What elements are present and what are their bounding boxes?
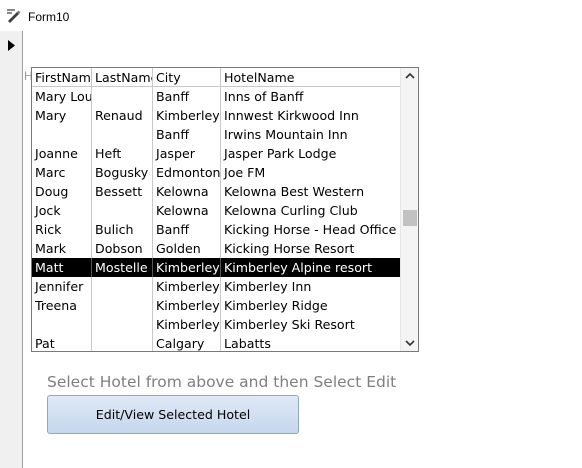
cell-firstname: Mary <box>32 106 92 125</box>
cell-firstname: Joanne <box>32 144 92 163</box>
cell-city: Kimberley <box>153 296 221 315</box>
edit-view-hotel-button[interactable]: Edit/View Selected Hotel <box>47 395 299 434</box>
cell-lastname: Mostelle <box>92 258 153 277</box>
cell-lastname: Bessett <box>92 182 153 201</box>
cell-hotelname: Inns of Banff <box>224 89 304 104</box>
list-item[interactable]: Joanne Heft Jasper Jasper Park Lodge <box>32 144 400 163</box>
cell-city: Edmonton <box>153 163 221 182</box>
list-item[interactable]: Banff Irwins Mountain Inn <box>32 125 400 144</box>
form-pencil-icon <box>6 8 22 24</box>
list-item[interactable]: Marc Bogusky Edmonton Joe FM <box>32 163 400 182</box>
listbox-scrollbar[interactable] <box>400 68 418 351</box>
cell-city: Kelowna <box>153 201 221 220</box>
cell-city: Kimberley <box>153 277 221 296</box>
column-header-firstname: FirstNam <box>32 68 92 87</box>
cell-city: Kimberley <box>153 315 221 334</box>
cell-firstname: Jennifer <box>32 277 92 296</box>
cell-city: Kelowna <box>153 182 221 201</box>
cell-hotelname: Kimberley Inn <box>224 279 312 294</box>
cell-firstname: Marc <box>32 163 92 182</box>
cell-firstname: Pat <box>32 334 92 351</box>
cell-hotelname: Kimberley Ridge <box>224 298 328 313</box>
cell-hotelname: Joe FM <box>224 165 266 180</box>
hotel-grid: FirstNam LastName City HotelName Mary Lo… <box>32 68 400 351</box>
chevron-up-icon[interactable] <box>401 68 418 85</box>
edit-view-hotel-button-label: Edit/View Selected Hotel <box>95 407 251 422</box>
column-header-hotelname: HotelName <box>221 68 400 87</box>
list-item[interactable]: Jennifer Kimberley Kimberley Inn <box>32 277 400 296</box>
cell-hotelname: Labatts <box>224 336 271 351</box>
list-item[interactable]: Matt Mostelle Kimberley Kimberley Alpine re… <box>32 258 400 277</box>
cell-hotelname: Kelowna Curling Club <box>224 203 358 218</box>
cell-lastname <box>92 87 153 106</box>
cell-city: Kimberley <box>153 106 221 125</box>
cell-city: Jasper <box>153 144 221 163</box>
cell-hotelname: Irwins Mountain Inn <box>224 127 348 142</box>
cell-hotelname: Kimberley Ski Resort <box>224 317 355 332</box>
column-header-lastname: LastName <box>92 68 153 87</box>
listbox-header-row: FirstNam LastName City HotelName <box>32 68 400 87</box>
chevron-down-icon[interactable] <box>401 334 418 351</box>
list-item[interactable]: Mark Dobson Golden Kicking Horse Resort <box>32 239 400 258</box>
cell-lastname <box>92 296 153 315</box>
record-pointer-arrow-icon <box>4 36 19 51</box>
cell-city: Banff <box>153 87 221 106</box>
window-title: Form10 <box>28 10 70 24</box>
cell-hotelname: Kimberley Alpine resort <box>224 260 373 275</box>
cell-firstname: Matt <box>32 258 92 277</box>
cell-lastname: Renaud <box>92 106 153 125</box>
instruction-text: Select Hotel from above and then Select … <box>47 373 397 391</box>
cell-city: Kimberley <box>153 258 221 277</box>
cell-hotelname: Kicking Horse - Head Office <box>224 222 397 237</box>
cell-hotelname: Kicking Horse Resort <box>224 241 355 256</box>
column-header-city: City <box>153 68 221 87</box>
window-titlebar: Form10 <box>0 0 582 32</box>
list-item[interactable]: Doug Bessett Kelowna Kelowna Best Western <box>32 182 400 201</box>
cell-hotelname: Jasper Park Lodge <box>224 146 337 161</box>
cell-firstname <box>32 315 92 334</box>
list-item[interactable]: Mary Lou Banff Inns of Banff <box>32 87 400 106</box>
cell-firstname: Mary Lou <box>32 87 92 106</box>
cell-lastname: Dobson <box>92 239 153 258</box>
list-item[interactable]: Kimberley Kimberley Ski Resort <box>32 315 400 334</box>
scrollbar-thumb[interactable] <box>403 210 417 226</box>
cell-firstname: Doug <box>32 182 92 201</box>
cell-lastname <box>92 315 153 334</box>
cell-lastname <box>92 201 153 220</box>
cell-hotelname: Innwest Kirkwood Inn <box>224 108 359 123</box>
form-body: H FirstNam LastName City HotelName Mary … <box>23 31 582 468</box>
cell-lastname <box>92 277 153 296</box>
cell-city: Golden <box>153 239 221 258</box>
cell-lastname <box>92 334 153 351</box>
list-item[interactable]: Pat Calgary Labatts <box>32 334 400 351</box>
cell-city: Banff <box>153 125 221 144</box>
list-item[interactable]: Mary Renaud Kimberley Innwest Kirkwood Inn <box>32 106 400 125</box>
cell-firstname: Rick <box>32 220 92 239</box>
list-item[interactable]: Treena Kimberley Kimberley Ridge <box>32 296 400 315</box>
cell-lastname: Bogusky <box>92 163 153 182</box>
list-item[interactable]: Rick Bulich Banff Kicking Horse - Head Offi… <box>32 220 400 239</box>
list-item[interactable]: Jock Kelowna Kelowna Curling Club <box>32 201 400 220</box>
cell-lastname <box>92 125 153 144</box>
cell-firstname: Mark <box>32 239 92 258</box>
cell-city: Banff <box>153 220 221 239</box>
cell-lastname: Heft <box>92 144 153 163</box>
cell-firstname <box>32 125 92 144</box>
cell-city: Calgary <box>153 334 221 351</box>
cell-firstname: Jock <box>32 201 92 220</box>
hotel-listbox[interactable]: FirstNam LastName City HotelName Mary Lo… <box>31 67 419 352</box>
cell-lastname: Bulich <box>92 220 153 239</box>
cell-hotelname: Kelowna Best Western <box>224 184 365 199</box>
cell-firstname: Treena <box>32 296 92 315</box>
record-selector-column[interactable] <box>0 31 23 468</box>
